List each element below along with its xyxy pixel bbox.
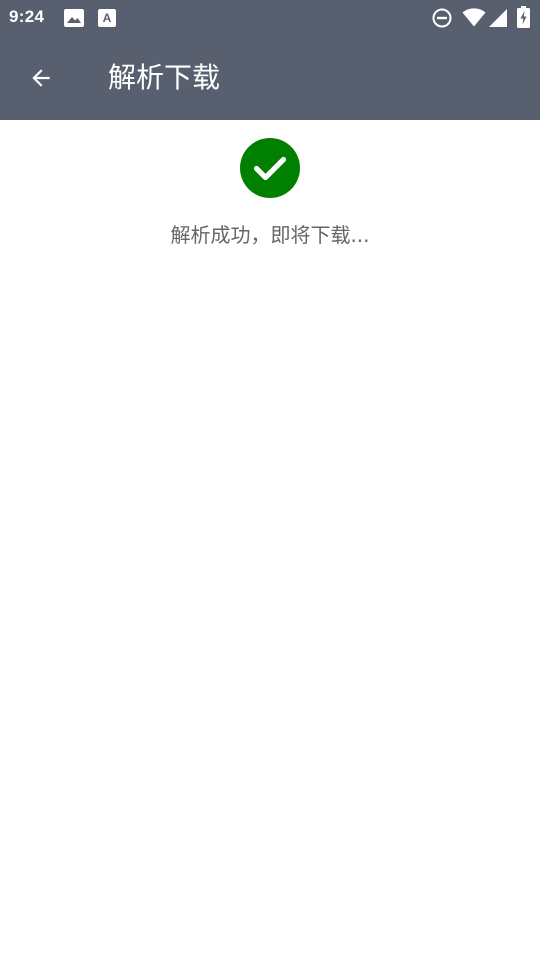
battery-charging-icon	[517, 6, 530, 28]
do-not-disturb-icon	[432, 8, 452, 28]
image-icon	[64, 9, 84, 27]
check-circle-icon	[240, 138, 300, 198]
back-button[interactable]	[17, 54, 65, 102]
wifi-icon	[462, 8, 486, 27]
main-content: 解析成功，即将下载...	[0, 120, 540, 960]
app-bar: 解析下载	[0, 36, 540, 120]
status-time: 9:24	[9, 7, 45, 26]
svg-text:A: A	[103, 11, 112, 25]
status-bar: 9:24 A	[0, 0, 540, 36]
arrow-back-icon	[32, 69, 50, 87]
keyboard-a-icon: A	[98, 9, 116, 27]
page-title: 解析下载	[108, 61, 221, 94]
cellular-signal-icon	[489, 9, 507, 27]
status-message: 解析成功，即将下载...	[170, 223, 370, 247]
